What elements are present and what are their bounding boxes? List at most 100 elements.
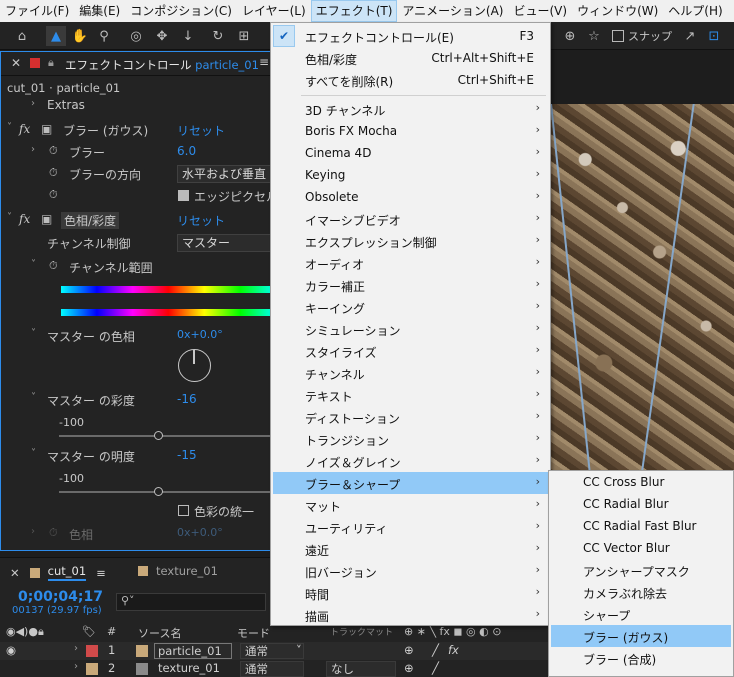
submenu-item-camera-shake-deblur[interactable]: カメラぶれ除去: [551, 581, 731, 603]
menu-category-text[interactable]: テキスト ›: [273, 384, 548, 406]
menu-effect[interactable]: エフェクト(T): [310, 0, 398, 22]
menu-category-3d-channel[interactable]: 3D チャンネル ›: [273, 98, 548, 120]
panel-menu-icon[interactable]: ≡: [259, 55, 269, 69]
menu-item-last-effect[interactable]: 色相/彩度 Ctrl+Alt+Shift+E: [273, 47, 548, 69]
menu-category-obsolete-jp[interactable]: 旧バージョン ›: [273, 560, 548, 582]
label-column-icon[interactable]: 🏷︎: [82, 625, 96, 638]
timeline-tab-texture01[interactable]: texture_01: [138, 564, 218, 578]
layer-mode-dropdown[interactable]: 通常: [240, 643, 304, 659]
pin-icon[interactable]: ⊕: [560, 26, 580, 46]
channel-control-dropdown[interactable]: マスター: [177, 234, 274, 252]
chevron-right-icon[interactable]: ›: [31, 98, 35, 109]
pan-icon[interactable]: ✥: [152, 26, 172, 46]
stopwatch-icon[interactable]: ⏱: [49, 144, 58, 158]
menu-category-obsolete[interactable]: Obsolete ›: [273, 186, 548, 208]
menu-category-expression-controls[interactable]: エクスプレッション制御 ›: [273, 230, 548, 252]
selection-arrow-icon[interactable]: ▲: [46, 26, 66, 46]
column-source-name[interactable]: ソース名: [138, 625, 181, 641]
quality-switch-icon[interactable]: ╱: [432, 643, 439, 657]
stopwatch-icon[interactable]: ⏱: [49, 166, 58, 180]
menu-category-perspective[interactable]: 遠近 ›: [273, 538, 548, 560]
menu-help[interactable]: ヘルプ(H): [663, 0, 727, 22]
track-matte-dropdown[interactable]: なし: [326, 661, 396, 677]
stopwatch-icon[interactable]: ⏱: [49, 188, 58, 202]
fx-icon[interactable]: fx: [19, 212, 30, 226]
menu-view[interactable]: ビュー(V): [508, 0, 572, 22]
repeat-edge-checkbox[interactable]: [178, 190, 189, 201]
composition-viewer[interactable]: [548, 104, 734, 474]
quality-switch-icon[interactable]: ╱: [432, 661, 439, 675]
stopwatch-icon[interactable]: ⏱: [49, 259, 58, 273]
menu-category-utility[interactable]: ユーティリティ ›: [273, 516, 548, 538]
submenu-item-cc-cross-blur[interactable]: CC Cross Blur: [551, 471, 731, 493]
menu-window[interactable]: ウィンドウ(W): [572, 0, 663, 22]
submenu-item-cc-vector-blur[interactable]: CC Vector Blur: [551, 537, 731, 559]
dolly-icon[interactable]: ↓: [178, 26, 198, 46]
fx-icon[interactable]: fx: [19, 122, 30, 136]
anchor-icon[interactable]: ⊞: [234, 26, 254, 46]
menu-category-color-correction[interactable]: カラー補正 ›: [273, 274, 548, 296]
lightness-slider-knob[interactable]: [154, 487, 163, 496]
colorize-checkbox[interactable]: [178, 505, 189, 516]
lock-icon[interactable]: 🔒︎: [48, 56, 54, 70]
current-timecode[interactable]: 0;00;04;17: [18, 589, 103, 605]
layer-search-input[interactable]: ⚲˅: [116, 593, 266, 611]
menu-layer[interactable]: レイヤー(L): [237, 0, 311, 22]
master-lightness-value[interactable]: -15: [177, 448, 197, 462]
menu-file[interactable]: ファイル(F): [0, 0, 74, 22]
snap-checkbox[interactable]: [612, 30, 624, 42]
close-icon[interactable]: ✕: [10, 566, 20, 580]
panel-menu-icon[interactable]: ≡: [96, 566, 106, 580]
submenu-item-compound-blur[interactable]: ブラー (合成): [551, 647, 731, 669]
chevron-right-icon[interactable]: ›: [31, 144, 35, 155]
column-mode[interactable]: モード: [237, 625, 270, 641]
submenu-item-sharpen[interactable]: シャープ: [551, 603, 731, 625]
blur-dimension-dropdown[interactable]: 水平および垂直: [177, 165, 274, 183]
submenu-item-unsharp-mask[interactable]: アンシャープマスク: [551, 559, 731, 581]
menu-category-immersive-video[interactable]: イマーシブビデオ ›: [273, 208, 548, 230]
chevron-down-icon[interactable]: ˅: [31, 392, 36, 403]
huesat-reset-link[interactable]: リセット: [177, 212, 225, 229]
shape-icon[interactable]: ☆: [584, 26, 604, 46]
huesat-effect-name[interactable]: 色相/彩度: [61, 212, 120, 229]
menu-category-generate[interactable]: 描画 ›: [273, 604, 548, 626]
column-track-matte[interactable]: トラックマット: [330, 625, 393, 638]
menu-category-matte[interactable]: マット ›: [273, 494, 548, 516]
layer-label-color[interactable]: [86, 663, 98, 675]
chevron-down-icon[interactable]: ˅: [31, 259, 36, 270]
home-icon[interactable]: ⌂: [12, 26, 32, 46]
submenu-item-cc-radial-fast-blur[interactable]: CC Radial Fast Blur: [551, 515, 731, 537]
lightness-slider-track[interactable]: [59, 491, 274, 493]
chevron-down-icon[interactable]: ˅: [7, 122, 12, 133]
master-saturation-value[interactable]: -16: [177, 392, 197, 406]
chevron-down-icon[interactable]: ˅: [31, 328, 36, 339]
menu-category-transition[interactable]: トランジション ›: [273, 428, 548, 450]
menu-category-blur-sharpen[interactable]: ブラー＆シャープ ›: [273, 472, 548, 494]
master-hue-dial[interactable]: [178, 349, 211, 382]
menu-edit[interactable]: 編集(E): [74, 0, 125, 22]
layer-label-color[interactable]: [86, 645, 98, 657]
shy-switch-icon[interactable]: ⊕: [404, 643, 414, 657]
chevron-right-icon[interactable]: ›: [74, 661, 78, 672]
close-icon[interactable]: ✕: [11, 56, 21, 70]
hand-icon[interactable]: ✋: [70, 26, 90, 46]
menu-category-simulation[interactable]: シミュレーション ›: [273, 318, 548, 340]
menu-category-keying[interactable]: キーイング ›: [273, 296, 548, 318]
eye-icon[interactable]: ◉: [6, 643, 16, 657]
master-hue-value[interactable]: 0x+0.0°: [177, 328, 223, 341]
menu-category-distortion[interactable]: ディストーション ›: [273, 406, 548, 428]
submenu-item-gaussian-blur[interactable]: ブラー (ガウス): [551, 625, 731, 647]
menu-category-audio[interactable]: オーディオ ›: [273, 252, 548, 274]
chevron-down-icon[interactable]: ˅: [7, 212, 12, 223]
chevron-down-icon[interactable]: ˅: [31, 448, 36, 459]
menu-category-time[interactable]: 時間 ›: [273, 582, 548, 604]
layer-name[interactable]: texture_01: [158, 661, 220, 675]
shy-switch-icon[interactable]: ⊕: [404, 661, 414, 675]
fx-switch-icon[interactable]: fx: [448, 643, 459, 657]
menu-item-effect-controls[interactable]: ✔ エフェクトコントロール(E) F3: [273, 25, 548, 47]
timeline-tab-cut01[interactable]: ✕ cut_01 ≡: [10, 564, 106, 581]
menu-category-channel[interactable]: チャンネル ›: [273, 362, 548, 384]
menu-composition[interactable]: コンポジション(C): [125, 0, 237, 22]
switches-column-icons[interactable]: ⊕ ∗ ╲ fx ◼ ◎ ◐ ⊙: [404, 625, 501, 638]
menu-category-keying-en[interactable]: Keying ›: [273, 164, 548, 186]
